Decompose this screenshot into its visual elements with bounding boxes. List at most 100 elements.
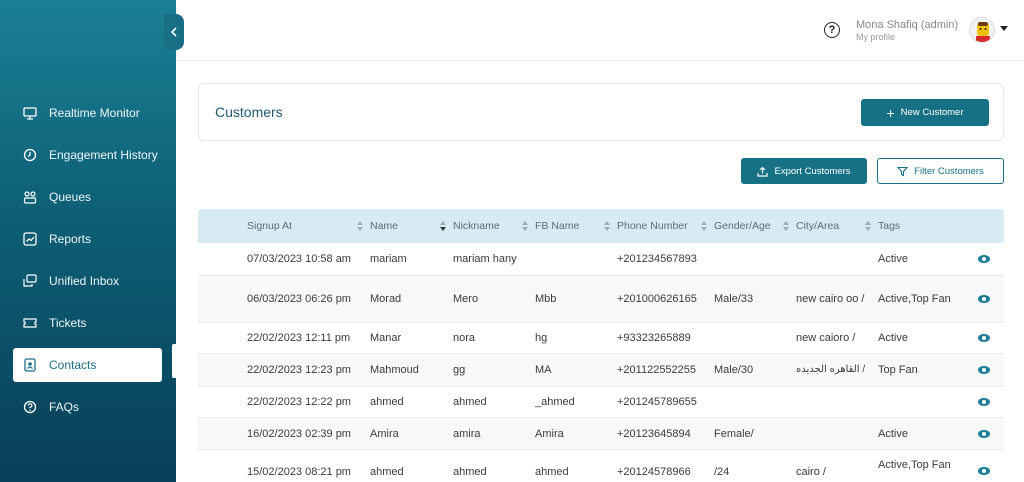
sidebar-item-reports[interactable]: Reports xyxy=(0,218,176,260)
queues-icon xyxy=(22,189,38,205)
eye-icon[interactable] xyxy=(978,429,990,438)
column-label: Tags xyxy=(878,220,901,232)
inbox-icon xyxy=(22,273,38,289)
cell-phone: +201234567893 xyxy=(617,253,697,265)
column-label: City/Area xyxy=(796,220,840,232)
eye-icon[interactable] xyxy=(978,295,990,303)
active-item-indicator xyxy=(172,344,176,378)
sort-icon[interactable] xyxy=(604,221,610,232)
eye-icon[interactable] xyxy=(978,255,990,263)
page-title: Customers xyxy=(215,104,283,120)
sidebar-item-label: Reports xyxy=(49,232,92,246)
sidebar-item-unified-inbox[interactable]: Unified Inbox xyxy=(0,260,176,302)
sort-icon[interactable] xyxy=(865,221,871,232)
filter-customers-button[interactable]: Filter Customers xyxy=(877,158,1004,184)
view-action xyxy=(964,366,1004,374)
sort-icon[interactable] xyxy=(522,221,528,232)
column-city-area[interactable]: City/Area xyxy=(796,209,878,243)
table-row[interactable]: 22/02/2023 12:23 pm Mahmoud gg MA +20112… xyxy=(198,354,1004,387)
column-gender-age[interactable]: Gender/Age xyxy=(714,209,796,243)
cell-fb-name: hg xyxy=(535,332,548,344)
cell-tags: Top Fan xyxy=(878,364,918,376)
sort-icon[interactable] xyxy=(357,221,363,232)
column-label: Phone Number xyxy=(617,220,688,232)
sort-icon[interactable] xyxy=(701,221,707,232)
cell-tags: Active xyxy=(878,427,908,440)
sidebar-item-label: Tickets xyxy=(49,316,87,330)
top-header: ? Mona Shafiq (admin) My profile xyxy=(176,0,1024,61)
cell-signup-at: 22/02/2023 12:22 pm xyxy=(247,396,351,408)
cell-fb-name: Amira xyxy=(535,427,564,440)
eye-icon[interactable] xyxy=(978,334,990,342)
column-phone-number[interactable]: Phone Number xyxy=(617,209,714,243)
eye-icon[interactable] xyxy=(978,366,990,374)
cell-name: Morad xyxy=(370,293,402,305)
new-customer-label: New Customer xyxy=(900,107,964,118)
table-row[interactable]: 22/02/2023 12:11 pm Manar nora hg +93323… xyxy=(198,323,1004,354)
column-label: Nickname xyxy=(453,220,500,232)
table-row[interactable]: 06/03/2023 06:26 pm Morad Mero Mbb +2010… xyxy=(198,276,1004,323)
sort-desc-icon[interactable] xyxy=(440,221,446,232)
cell-city-area: new caioro / xyxy=(796,332,856,344)
sidebar-item-label: Contacts xyxy=(49,358,97,372)
table-row[interactable]: 15/02/2023 08:21 pm ahmed ahmed ahmed +2… xyxy=(198,450,1004,482)
user-name[interactable]: Mona Shafiq (admin) xyxy=(856,19,958,31)
cell-tags: Active xyxy=(878,253,908,265)
cell-name: ahmed xyxy=(370,396,404,408)
view-action xyxy=(964,467,1004,475)
sidebar-item-realtime-monitor[interactable]: Realtime Monitor xyxy=(0,92,176,134)
sidebar-item-tickets[interactable]: Tickets xyxy=(0,302,176,344)
cell-gender-age: Female/ xyxy=(714,427,754,440)
cell-fb-name: ahmed xyxy=(535,466,569,478)
eye-icon[interactable] xyxy=(978,398,990,406)
cell-city-area: cairo / xyxy=(796,466,826,478)
table-row[interactable]: 07/03/2023 10:58 am mariam mariam hany +… xyxy=(198,243,1004,276)
column-name[interactable]: Name xyxy=(370,209,453,243)
cell-phone: +20124578966 xyxy=(617,466,691,478)
eye-icon[interactable] xyxy=(978,467,990,475)
cell-nickname: mariam hany xyxy=(453,253,517,265)
question-icon xyxy=(22,399,38,415)
cell-phone: +201122552255 xyxy=(617,364,697,376)
cell-fb-name: Mbb xyxy=(535,293,557,305)
sidebar-item-label: Queues xyxy=(49,190,92,204)
cell-nickname: nora xyxy=(453,332,476,344)
table-row[interactable]: 16/02/2023 02:39 pm Amira amira Amira +2… xyxy=(198,418,1004,450)
sidebar: Realtime Monitor Engagement History Queu… xyxy=(0,0,184,482)
table-header: Signup At Name Nickname FB Name Phone Nu… xyxy=(198,209,1004,243)
new-customer-button[interactable]: + New Customer xyxy=(861,99,989,126)
cell-phone: +201000626165 xyxy=(617,293,697,305)
sidebar-item-engagement-history[interactable]: Engagement History xyxy=(0,134,176,176)
cell-phone: +20123645894 xyxy=(617,427,691,440)
clock-icon xyxy=(22,147,38,163)
avatar-image xyxy=(970,18,994,42)
sidebar-item-label: Unified Inbox xyxy=(49,274,120,288)
sort-icon[interactable] xyxy=(783,221,789,232)
column-signup-at[interactable]: Signup At xyxy=(247,209,370,243)
cell-tags: Active,Top Fan xyxy=(878,293,951,305)
help-icon[interactable]: ? xyxy=(824,22,840,38)
sidebar-item-faqs[interactable]: FAQs xyxy=(0,386,176,428)
cell-fb-name: MA xyxy=(535,364,552,376)
column-nickname[interactable]: Nickname xyxy=(453,209,535,243)
table-row[interactable]: 22/02/2023 12:22 pm ahmed ahmed _ahmed +… xyxy=(198,387,1004,418)
sidebar-item-contacts[interactable]: Contacts xyxy=(13,348,162,382)
export-customers-button[interactable]: Export Customers xyxy=(741,158,867,184)
cell-signup-at: 16/02/2023 02:39 pm xyxy=(247,427,351,440)
upload-icon xyxy=(757,166,769,177)
my-profile-link[interactable]: My profile xyxy=(856,32,895,42)
ticket-icon xyxy=(22,315,38,331)
sidebar-item-queues[interactable]: Queues xyxy=(0,176,176,218)
chart-icon xyxy=(22,231,38,247)
avatar[interactable] xyxy=(969,17,995,43)
column-tags: Tags xyxy=(878,209,964,243)
profile-dropdown-caret-icon[interactable] xyxy=(1000,26,1008,31)
cell-gender-age: Male/33 xyxy=(714,293,754,305)
column-fb-name[interactable]: FB Name xyxy=(535,209,617,243)
cell-nickname: Mero xyxy=(453,293,479,305)
cell-signup-at: 22/02/2023 12:11 pm xyxy=(247,332,351,344)
cell-signup-at: 06/03/2023 06:26 pm xyxy=(247,293,351,305)
column-label: FB Name xyxy=(535,220,580,232)
contact-card-icon xyxy=(22,357,38,373)
cell-signup-at: 15/02/2023 08:21 pm xyxy=(247,466,351,478)
